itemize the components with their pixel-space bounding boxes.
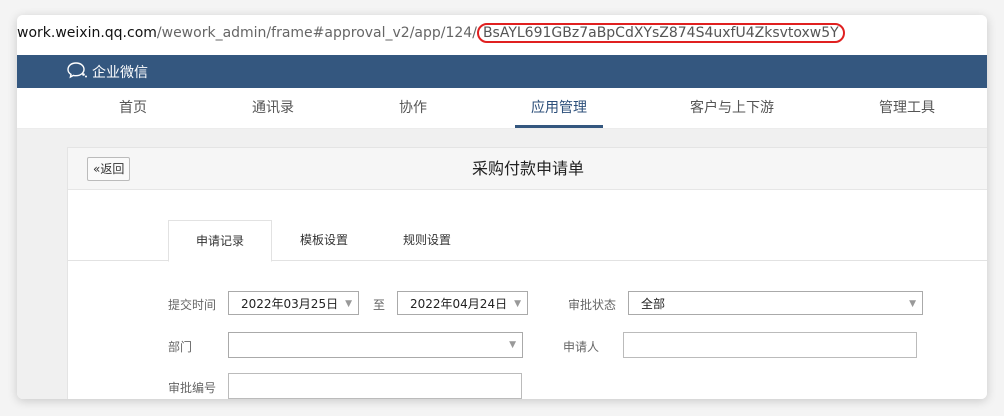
chevron-down-icon: ▼ xyxy=(345,299,352,309)
submit-time-label: 提交时间 xyxy=(168,298,217,312)
applicant-input[interactable] xyxy=(623,332,917,358)
nav-item-home[interactable]: 首页 xyxy=(107,88,159,128)
main-nav: 首页 通讯录 协作 应用管理 客户与上下游 管理工具 xyxy=(17,88,987,129)
start-date-value: 2022年03月25日 xyxy=(241,297,339,311)
url-text[interactable]: work.weixin.qq.com/wework_admin/frame#ap… xyxy=(17,23,845,43)
tab-rule-settings[interactable]: 规则设置 xyxy=(393,220,461,260)
start-date-select[interactable]: 2022年03月25日 ▼ xyxy=(228,291,359,315)
status-label: 审批状态 xyxy=(568,298,617,312)
chevron-down-icon: ▼ xyxy=(909,299,916,309)
status-value: 全部 xyxy=(641,297,666,311)
back-button[interactable]: «返回 xyxy=(87,157,131,181)
nav-item-customers[interactable]: 客户与上下游 xyxy=(677,88,787,128)
wework-logo-icon xyxy=(67,61,92,83)
tab-template-settings[interactable]: 模板设置 xyxy=(288,220,360,260)
nav-item-management-tools[interactable]: 管理工具 xyxy=(867,88,947,128)
browser-window: work.weixin.qq.com/wework_admin/frame#ap… xyxy=(17,15,987,399)
chevron-down-icon: ▼ xyxy=(509,340,516,350)
nav-item-contacts[interactable]: 通讯录 xyxy=(247,88,299,128)
url-path: /wework_admin/frame#approval_v2/app/124/ xyxy=(156,25,477,41)
dept-select[interactable]: ▼ xyxy=(228,332,523,358)
tab-records[interactable]: 申请记录 xyxy=(168,220,272,262)
address-bar[interactable]: work.weixin.qq.com/wework_admin/frame#ap… xyxy=(17,15,987,56)
url-highlight: BsAYL691GBz7aBpCdXYsZ874S4uxfU4Zksvtoxw5… xyxy=(476,23,845,43)
app-header: 企业微信 xyxy=(17,55,987,88)
url-host: work.weixin.qq.com xyxy=(17,25,157,41)
chevron-down-icon: ▼ xyxy=(514,299,521,309)
to-label: 至 xyxy=(373,298,386,312)
applicant-label: 申请人 xyxy=(563,340,600,354)
app-name: 企业微信 xyxy=(92,65,148,81)
page-title: 采购付款申请单 xyxy=(471,159,585,178)
tab-bar: 申请记录 模板设置 规则设置 xyxy=(68,220,987,262)
back-label: 返回 xyxy=(100,162,125,176)
app-logo[interactable]: 企业微信 xyxy=(67,61,148,83)
nav-item-collaboration[interactable]: 协作 xyxy=(387,88,439,128)
nav-item-app-management[interactable]: 应用管理 xyxy=(515,88,603,128)
status-select[interactable]: 全部 ▼ xyxy=(628,291,923,315)
end-date-value: 2022年04月24日 xyxy=(410,297,508,311)
end-date-select[interactable]: 2022年04月24日 ▼ xyxy=(397,291,528,315)
approval-panel: «返回 采购付款申请单 申请记录 模板设置 规则设置 提交时间 2022年03月… xyxy=(67,147,987,399)
dept-label: 部门 xyxy=(168,340,193,354)
approval-no-input[interactable] xyxy=(228,373,522,399)
panel-header: «返回 采购付款申请单 xyxy=(68,148,987,190)
approval-no-label: 审批编号 xyxy=(168,381,217,395)
